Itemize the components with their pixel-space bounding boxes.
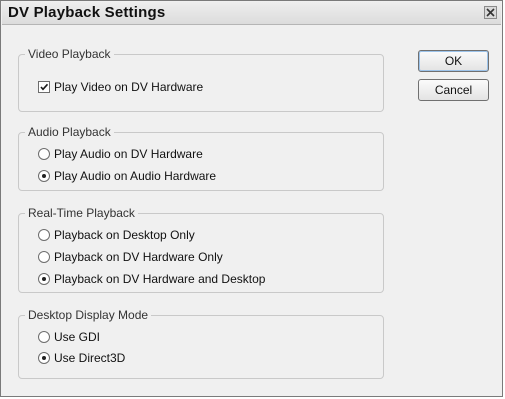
audio-playback-legend: Audio Playback — [25, 125, 114, 139]
real-time-playback-legend: Real-Time Playback — [25, 206, 138, 220]
radio-label: Play Audio on Audio Hardware — [54, 169, 217, 183]
radio-label: Use Direct3D — [54, 351, 126, 365]
radio-label: Playback on DV Hardware Only — [54, 250, 223, 264]
radio-label: Use GDI — [54, 330, 101, 344]
radio-use-direct3d[interactable]: Use Direct3D — [38, 350, 125, 366]
checkbox-box[interactable] — [38, 81, 50, 93]
radio-button[interactable] — [38, 229, 50, 241]
desktop-display-mode-group: Desktop Display Mode — [18, 308, 384, 379]
close-icon — [486, 8, 495, 17]
desktop-display-mode-legend: Desktop Display Mode — [25, 308, 152, 322]
radio-playback-desktop-only[interactable]: Playback on Desktop Only — [38, 227, 195, 243]
radio-label: Playback on Desktop Only — [54, 228, 195, 242]
cancel-button[interactable]: Cancel — [418, 79, 489, 101]
radio-play-audio-dv-hardware[interactable]: Play Audio on DV Hardware — [38, 146, 203, 162]
close-button[interactable] — [484, 6, 497, 19]
radio-button-selected[interactable] — [38, 352, 50, 364]
radio-label: Playback on DV Hardware and Desktop — [54, 272, 266, 286]
radio-button[interactable] — [38, 148, 50, 160]
radio-button[interactable] — [38, 331, 50, 343]
radio-button-selected[interactable] — [38, 170, 50, 182]
radio-use-gdi[interactable]: Use GDI — [38, 329, 100, 345]
radio-label: Play Audio on DV Hardware — [54, 147, 203, 161]
radio-button-selected[interactable] — [38, 273, 50, 285]
play-video-dv-hardware-checkbox[interactable]: Play Video on DV Hardware — [38, 79, 203, 95]
checkmark-icon — [40, 83, 49, 91]
video-playback-legend: Video Playback — [25, 47, 114, 61]
window-title: DV Playback Settings — [8, 4, 166, 21]
title-bar: DV Playback Settings — [2, 2, 501, 25]
radio-play-audio-audio-hardware[interactable]: Play Audio on Audio Hardware — [38, 168, 216, 184]
checkbox-label: Play Video on DV Hardware — [54, 80, 204, 94]
dv-playback-settings-dialog: DV Playback Settings Video Playback Play… — [0, 0, 503, 397]
radio-playback-dv-hardware-only[interactable]: Playback on DV Hardware Only — [38, 249, 223, 265]
radio-playback-dv-hardware-and-desktop[interactable]: Playback on DV Hardware and Desktop — [38, 271, 265, 287]
radio-button[interactable] — [38, 251, 50, 263]
ok-button[interactable]: OK — [418, 50, 489, 72]
